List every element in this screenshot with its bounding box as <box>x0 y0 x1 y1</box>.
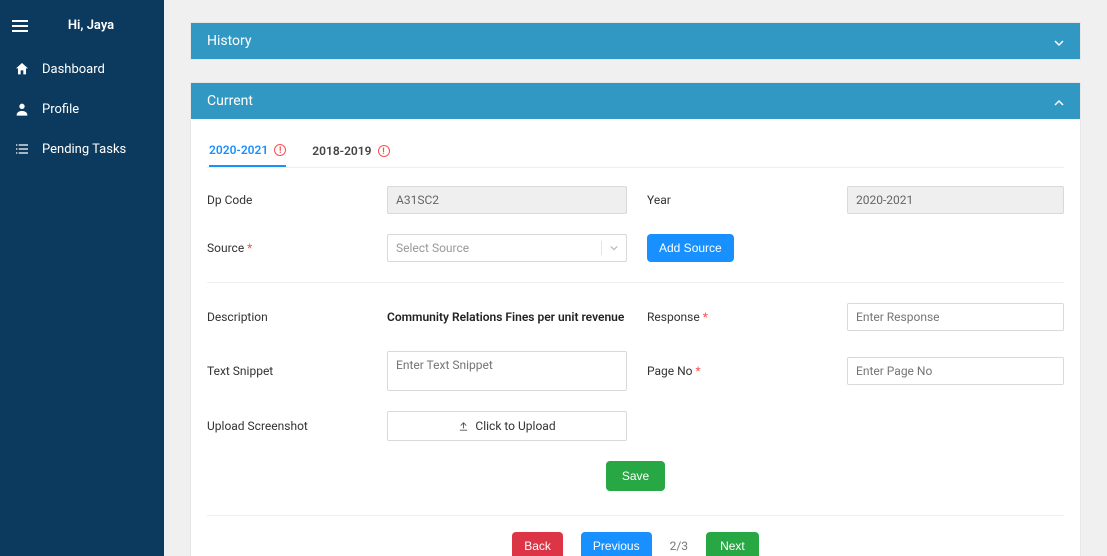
back-button[interactable]: Back <box>512 532 563 556</box>
sidebar-item-pending-tasks[interactable]: Pending Tasks <box>0 129 164 169</box>
warning-icon: ! <box>274 144 286 156</box>
hamburger-icon[interactable] <box>12 20 28 32</box>
source-placeholder: Select Source <box>396 241 469 255</box>
textsnippet-label: Text Snippet <box>207 364 387 378</box>
response-label: Response * <box>647 310 827 324</box>
pageno-input[interactable] <box>847 357 1064 385</box>
panel-history-header[interactable]: History <box>191 23 1080 59</box>
next-button[interactable]: Next <box>706 532 759 556</box>
sidebar-header: Hi, Jaya <box>0 8 164 49</box>
checklist-icon <box>14 141 30 157</box>
panel-current-title: Current <box>207 93 253 109</box>
sidebar-item-label: Pending Tasks <box>42 142 126 157</box>
save-button[interactable]: Save <box>606 461 665 491</box>
chevron-down-icon <box>601 241 618 255</box>
tab-2018-2019[interactable]: 2018-2019 ! <box>312 143 389 167</box>
divider <box>207 282 1064 283</box>
sidebar-item-dashboard[interactable]: Dashboard <box>0 49 164 89</box>
upload-button-label: Click to Upload <box>475 419 555 433</box>
divider <box>207 515 1064 516</box>
panel-current-body: 2020-2021 ! 2018-2019 ! Dp Code Year <box>191 119 1080 556</box>
sidebar: Hi, Jaya Dashboard Profile Pending Tasks <box>0 0 164 556</box>
tab-label: 2018-2019 <box>312 144 371 158</box>
add-source-button[interactable]: Add Source <box>647 234 734 262</box>
panel-current: Current 2020-2021 ! 2018-2019 ! Dp Code <box>190 82 1081 556</box>
panel-current-header[interactable]: Current <box>191 83 1080 119</box>
description-label: Description <box>207 310 387 324</box>
greeting-text: Hi, Jaya <box>40 18 152 33</box>
warning-icon: ! <box>378 145 390 157</box>
chevron-down-icon <box>1054 36 1064 46</box>
textsnippet-input[interactable] <box>387 351 627 391</box>
home-icon <box>14 61 30 77</box>
user-icon <box>14 101 30 117</box>
chevron-up-icon <box>1054 96 1064 106</box>
upload-label: Upload Screenshot <box>207 419 387 433</box>
tab-label: 2020-2021 <box>209 143 268 157</box>
sidebar-item-label: Profile <box>42 102 79 117</box>
form-grid: Dp Code Year Source * Select Source <box>207 186 1064 441</box>
panel-history: History <box>190 22 1081 60</box>
save-row: Save <box>207 461 1064 491</box>
year-input <box>847 186 1064 214</box>
pageno-label: Page No * <box>647 364 827 378</box>
year-tabs: 2020-2021 ! 2018-2019 ! <box>207 135 1064 168</box>
source-label: Source * <box>207 241 387 255</box>
panel-history-title: History <box>207 33 252 49</box>
description-value: Community Relations Fines per unit reven… <box>387 310 627 324</box>
response-input[interactable] <box>847 303 1064 331</box>
sidebar-item-label: Dashboard <box>42 62 105 77</box>
source-select[interactable]: Select Source <box>387 234 627 262</box>
previous-button[interactable]: Previous <box>581 532 652 556</box>
dpcode-input <box>387 186 627 214</box>
year-label: Year <box>647 193 827 207</box>
tab-2020-2021[interactable]: 2020-2021 ! <box>209 143 286 167</box>
dpcode-label: Dp Code <box>207 193 387 207</box>
pager: Back Previous 2/3 Next <box>207 532 1064 556</box>
upload-button[interactable]: Click to Upload <box>387 411 627 441</box>
sidebar-item-profile[interactable]: Profile <box>0 89 164 129</box>
upload-icon <box>458 421 469 432</box>
page-indicator: 2/3 <box>670 539 688 553</box>
main-content: History Current 2020-2021 ! 2018-2019 ! <box>164 0 1107 556</box>
